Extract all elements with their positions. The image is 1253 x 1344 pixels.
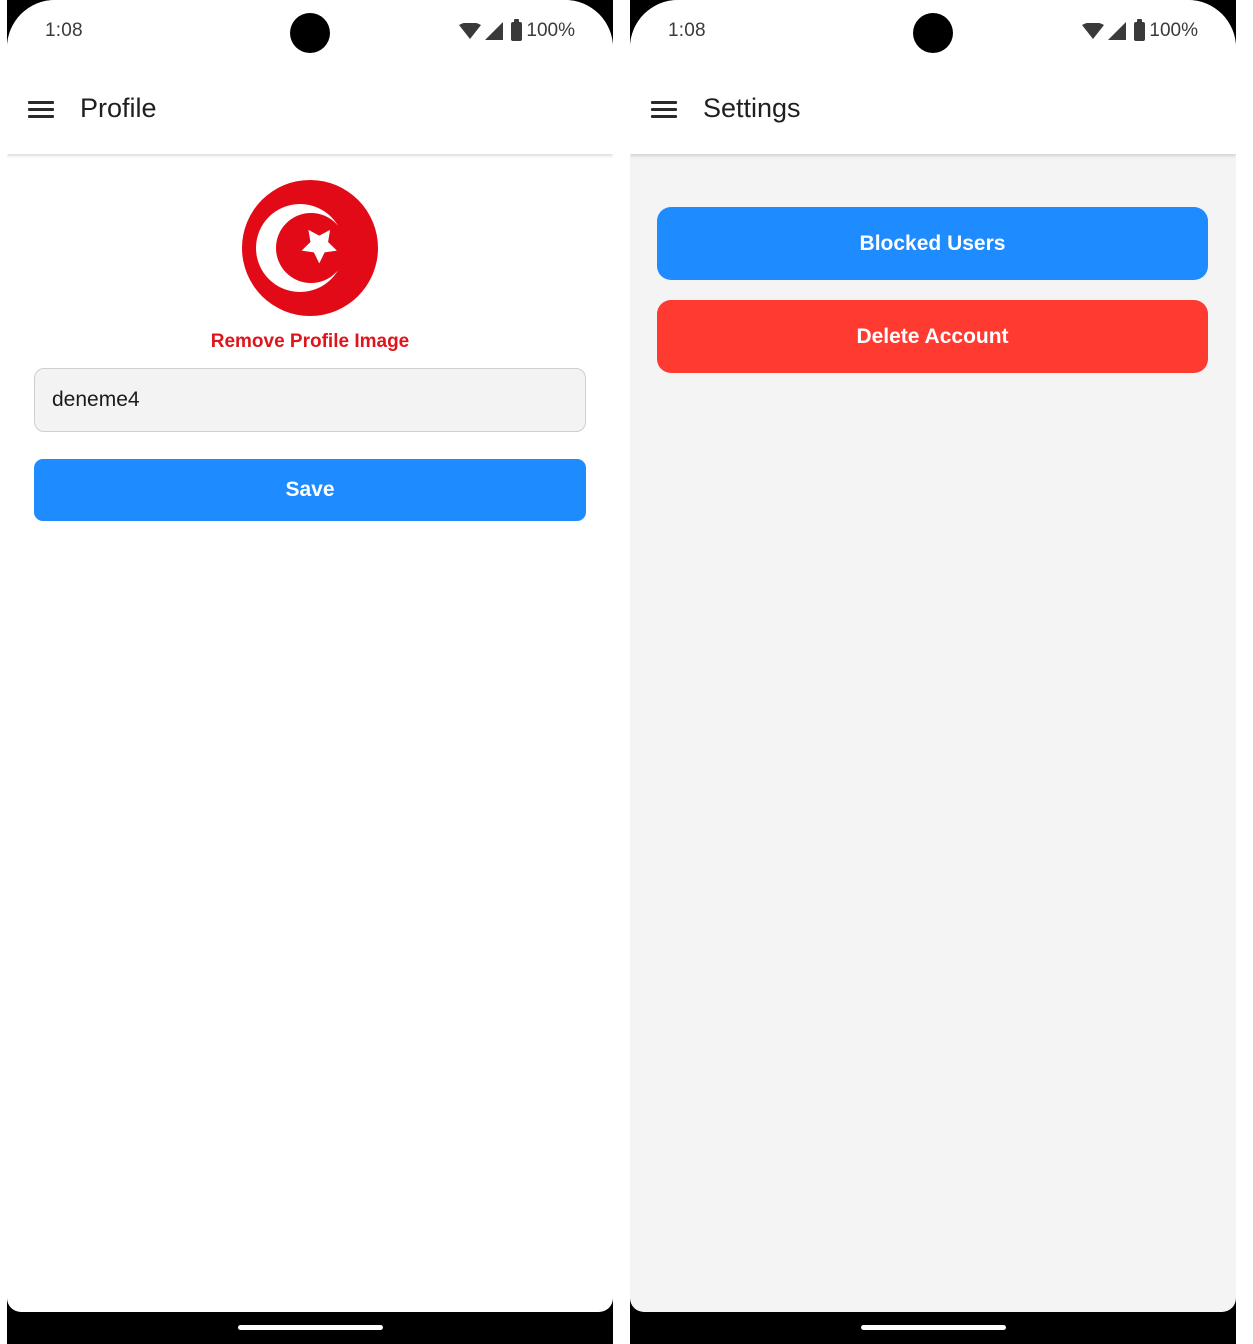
- camera-cutout: [290, 13, 330, 53]
- status-icons: 100%: [459, 18, 575, 42]
- avatar-turkey-flag-icon[interactable]: [242, 180, 378, 316]
- signal-icon: [485, 22, 504, 40]
- phone-settings: 1:08 100% Settings Blocked Users Delete …: [630, 0, 1236, 1344]
- hamburger-menu-icon[interactable]: [651, 100, 677, 120]
- hamburger-menu-icon[interactable]: [28, 100, 54, 120]
- app-header: Settings: [630, 66, 1236, 154]
- wifi-icon: [1082, 23, 1105, 39]
- camera-cutout: [913, 13, 953, 53]
- home-indicator[interactable]: [238, 1325, 383, 1330]
- username-input[interactable]: [34, 368, 586, 432]
- app-header: Profile: [7, 66, 613, 154]
- settings-screen: 1:08 100% Settings Blocked Users Delete …: [630, 0, 1236, 1312]
- battery-percent: 100%: [526, 20, 575, 41]
- remove-profile-image-link[interactable]: Remove Profile Image: [7, 331, 613, 353]
- signal-icon: [1108, 22, 1127, 40]
- battery-percent: 100%: [1149, 20, 1198, 41]
- status-time: 1:08: [45, 20, 83, 41]
- save-button[interactable]: Save: [34, 459, 586, 521]
- blocked-users-button[interactable]: Blocked Users: [657, 207, 1208, 280]
- status-icons: 100%: [1082, 18, 1198, 42]
- status-bar: 1:08 100%: [7, 0, 613, 66]
- page-title: Settings: [703, 93, 801, 123]
- profile-screen: 1:08 100% Profile Remove Profile Image d…: [7, 0, 613, 1312]
- page-title: Profile: [80, 93, 157, 123]
- status-bar: 1:08 100%: [630, 0, 1236, 66]
- screenshot-canvas: 1:08 100% Profile Remove Profile Image d…: [0, 0, 1253, 1344]
- phone-profile: 1:08 100% Profile Remove Profile Image d…: [7, 0, 613, 1344]
- battery-icon: [511, 18, 523, 41]
- battery-icon: [1134, 18, 1146, 41]
- wifi-icon: [459, 23, 482, 39]
- status-time: 1:08: [668, 20, 706, 41]
- delete-account-button[interactable]: Delete Account: [657, 300, 1208, 373]
- home-indicator[interactable]: [861, 1325, 1006, 1330]
